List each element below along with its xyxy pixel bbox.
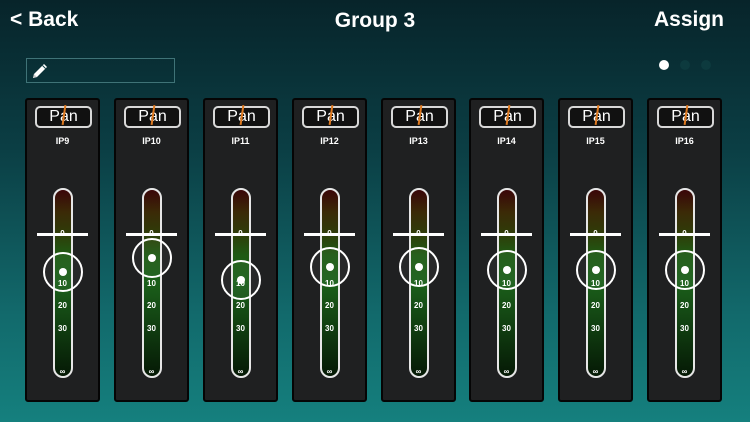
fader-scale-label: 30 [58,324,67,333]
fader-knob-center [59,268,67,277]
fader-knob[interactable] [132,237,172,278]
pan-button[interactable]: Pan [391,104,448,128]
page-dot[interactable] [680,60,690,70]
fader-scale-label: 30 [591,324,600,333]
fader-scale-label: 30 [502,324,511,333]
group-name-field[interactable] [26,58,175,83]
channel-strip: PanIP110102030∞ [203,98,278,402]
pencil-icon [33,64,47,78]
channel-name: IP14 [497,136,516,146]
channel-strip: PanIP130102030∞ [381,98,456,402]
channel-strip: PanIP150102030∞ [558,98,633,402]
fader-scale-label: ∞ [326,367,333,376]
channel-strip: PanIP90102030∞ [25,98,100,402]
fader-scale-label: 0 [416,229,421,238]
channel-name: IP9 [55,136,70,146]
fader-scale-label: 30 [680,324,689,333]
fader-scale-label: ∞ [592,367,599,376]
fader-scale-label: 0 [238,229,243,238]
pan-button[interactable]: Pan [657,104,714,128]
channel-name: IP11 [231,136,250,146]
fader-scale-label: 10 [147,279,156,288]
fader-knob-center [237,275,245,284]
pan-button[interactable]: Pan [568,104,625,128]
fader-scale-label: 0 [682,229,687,238]
channel-name: IP16 [675,136,694,146]
page-dot[interactable] [659,60,669,70]
fader-knob[interactable] [665,249,705,290]
fader-knob-center [592,265,600,274]
fader-knob[interactable] [221,259,261,300]
fader-scale-label: 20 [680,301,689,310]
fader-scale-label: ∞ [503,367,510,376]
fader-scale-label: 20 [414,301,423,310]
fader-scale-label: 0 [504,229,509,238]
channel-strip: Pan IP10 0 10 20 30 ∞ [114,98,189,402]
fader-knob-center [326,263,334,272]
fader-scale-label: 30 [236,324,245,333]
pan-button[interactable]: Pan [213,104,270,128]
fader-knob-center [681,265,689,274]
pan-button[interactable]: Pan [479,104,536,128]
fader-knob-center [415,263,423,272]
channel-name: IP15 [586,136,605,146]
fader-scale-label: ∞ [148,367,155,376]
fader-scale-label: 30 [147,324,156,333]
pan-button[interactable]: Pan [35,104,92,128]
fader-knob[interactable] [576,249,616,290]
fader-scale-label: ∞ [681,367,688,376]
channel-name: IP13 [409,136,428,146]
fader-scale-label: 30 [414,324,423,333]
page-title: Group 3 [334,9,416,32]
fader-scale-label: 0 [593,229,598,238]
pan-button[interactable]: Pan [124,104,181,128]
fader-knob-center [148,253,156,262]
fader-scale-label: ∞ [415,367,422,376]
fader-knob-center [503,265,511,274]
channel-name: IP10 [142,136,161,146]
fader-scale-label: ∞ [59,367,66,376]
fader-knob[interactable] [43,252,83,293]
fader-scale-label: 0 [327,229,332,238]
fader-scale-label: 20 [147,301,156,310]
fader-scale-label: 0 [60,229,65,238]
fader-scale-label: 20 [591,301,600,310]
channel-strip: PanIP160102030∞ [647,98,722,402]
assign-button[interactable]: Assign [654,8,724,32]
top-bar: < Back Group 3 Assign [0,0,750,44]
channel-strip: PanIP120102030∞ [292,98,367,402]
fader-scale-label: ∞ [237,367,244,376]
fader-scale-label: 20 [58,301,67,310]
pan-button[interactable]: Pan [302,104,359,128]
channel-strip: PanIP140102030∞ [469,98,544,402]
channel-name: IP12 [320,136,339,146]
fader-knob[interactable] [487,249,527,290]
fader-scale-label: 30 [325,324,334,333]
page-dot[interactable] [701,60,711,70]
fader-scale-label: 20 [325,301,334,310]
fader-scale-label: 0 [149,229,154,238]
fader-scale-label: 20 [236,301,245,310]
fader-scale-label: 20 [502,301,511,310]
